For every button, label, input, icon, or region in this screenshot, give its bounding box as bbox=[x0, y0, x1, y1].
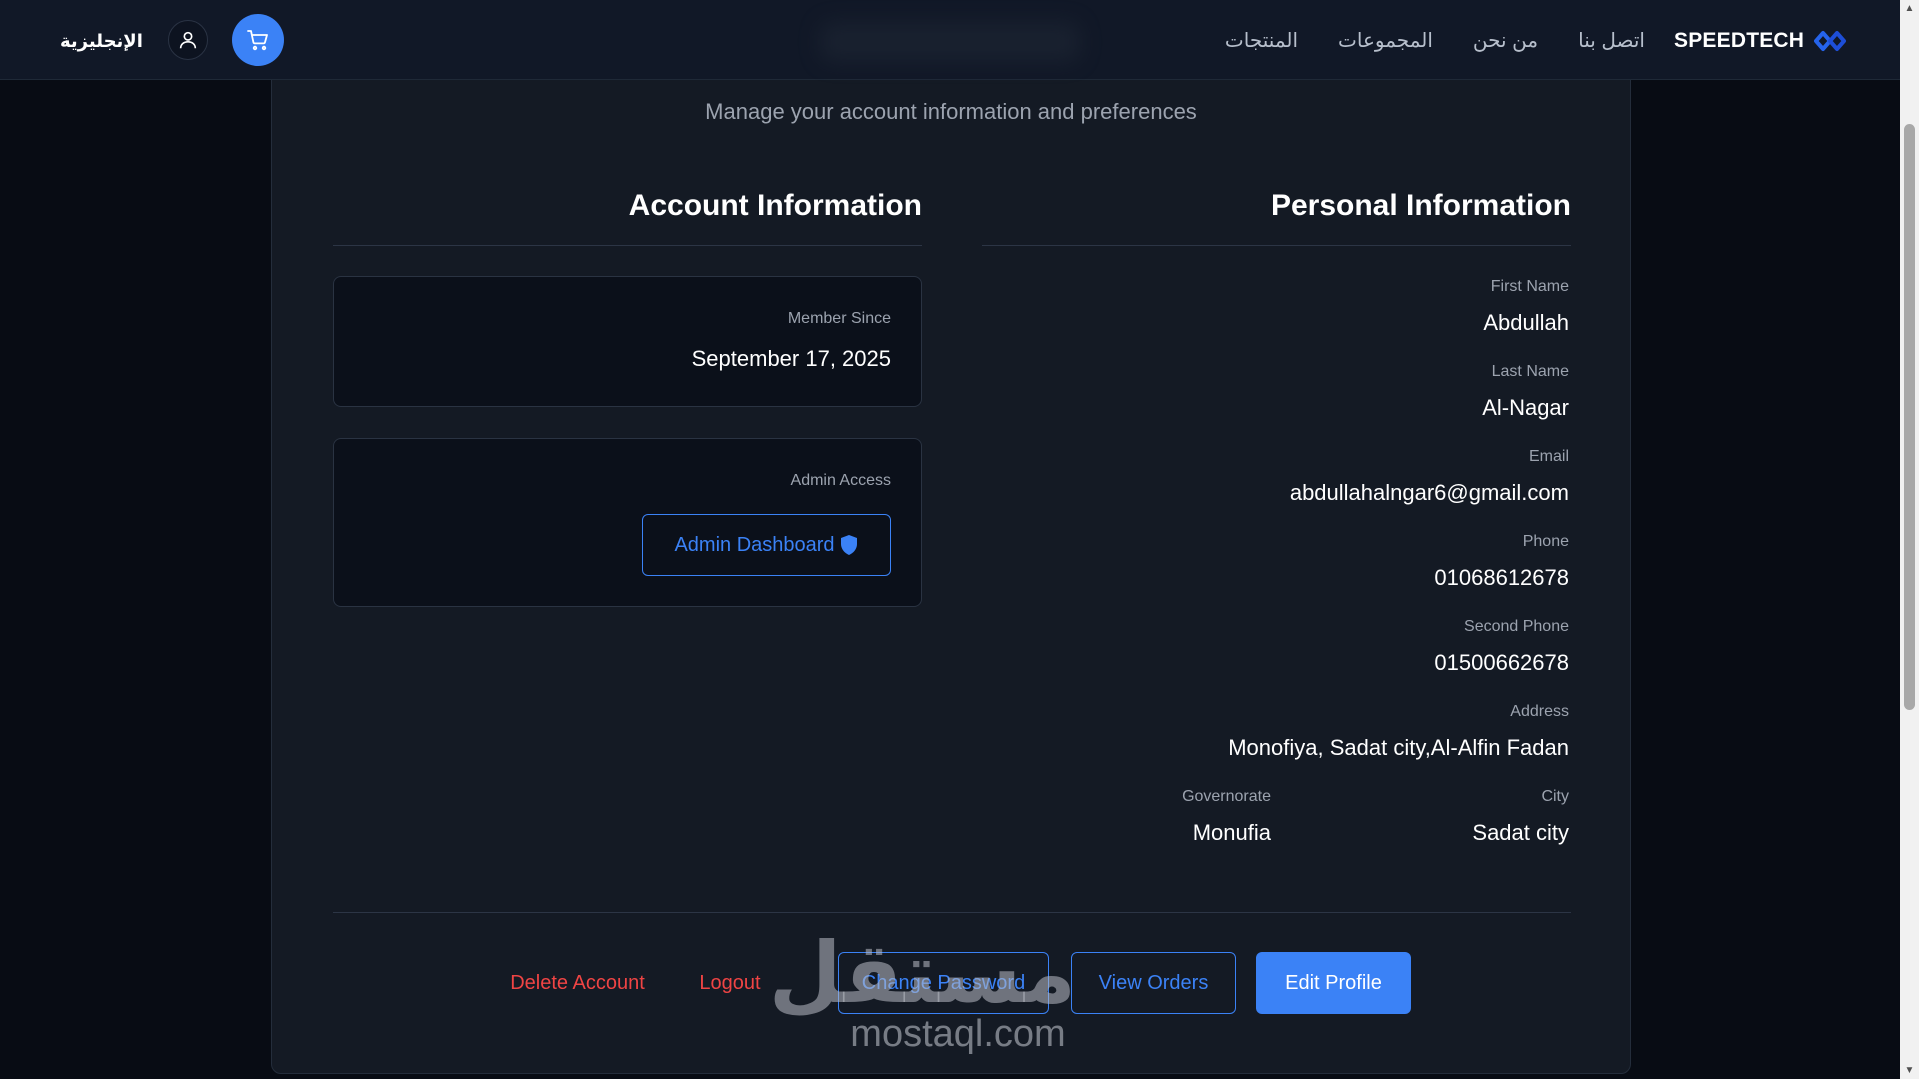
admin-dashboard-label: Admin Dashboard bbox=[674, 533, 835, 556]
page-subtitle: Manage your account information and pref… bbox=[705, 99, 1197, 124]
last-name-value: Al-Nagar bbox=[1482, 395, 1569, 420]
governorate-value: Monufia bbox=[1192, 820, 1271, 845]
blurred-page-title bbox=[820, 22, 1080, 62]
admin-dashboard-button[interactable]: Admin Dashboard bbox=[642, 514, 891, 576]
admin-access-label: Admin Access bbox=[790, 472, 891, 489]
last-name-label: Last Name bbox=[1491, 363, 1569, 380]
address-value: Monofiya, Sadat city,Al-Alfin Fadan bbox=[1228, 735, 1569, 760]
actions-divider bbox=[333, 912, 1571, 913]
admin-access-box: Admin Access Admin Dashboard bbox=[333, 438, 922, 607]
scroll-down-arrow-icon[interactable]: ▼ bbox=[1900, 1062, 1919, 1079]
city-label: City bbox=[1541, 788, 1569, 805]
logout-button[interactable]: Logout bbox=[685, 952, 775, 1014]
language-switch-button[interactable]: الإنجليزية bbox=[60, 26, 143, 56]
nav-item-products[interactable]: المنتجات bbox=[1225, 26, 1298, 56]
watermark-latin: mostaql.com bbox=[850, 1013, 1066, 1055]
brand-logo-link[interactable]: SPEEDTECH bbox=[1674, 24, 1848, 58]
view-orders-button[interactable]: View Orders bbox=[1071, 952, 1236, 1014]
cart-icon bbox=[247, 30, 268, 51]
brand-logo-icon bbox=[1814, 31, 1847, 51]
personal-info-heading: Personal Information bbox=[1270, 189, 1571, 222]
nav-item-collections[interactable]: المجموعات bbox=[1338, 26, 1433, 56]
edit-profile-button[interactable]: Edit Profile bbox=[1256, 952, 1411, 1014]
user-account-button[interactable] bbox=[168, 20, 208, 60]
member-since-label: Member Since bbox=[787, 310, 891, 327]
brand-name: SPEEDTECH bbox=[1674, 29, 1805, 52]
first-name-label: First Name bbox=[1490, 278, 1569, 295]
profile-card: Manage your account information and pref… bbox=[271, 60, 1631, 1074]
second-phone-value: 01500662678 bbox=[1434, 650, 1569, 675]
governorate-label: Governorate bbox=[1182, 788, 1271, 805]
scrollbar-thumb[interactable] bbox=[1904, 124, 1915, 710]
personal-info-divider bbox=[982, 245, 1571, 246]
nav-item-contact-us[interactable]: اتصل بنا bbox=[1578, 26, 1645, 56]
cart-button[interactable] bbox=[232, 14, 284, 66]
shield-icon bbox=[840, 535, 857, 555]
account-info-divider bbox=[333, 245, 922, 246]
city-value: Sadat city bbox=[1472, 820, 1569, 845]
address-label: Address bbox=[1510, 703, 1569, 720]
member-since-box: Member Since September 17, 2025 bbox=[333, 276, 922, 407]
phone-label: Phone bbox=[1522, 533, 1569, 550]
main-nav: المنتجات المجموعات من نحن اتصل بنا bbox=[1225, 26, 1645, 56]
delete-account-button[interactable]: Delete Account bbox=[496, 952, 659, 1014]
top-navbar: الإنجليزية المنتجات المجموعات من نحن اتص… bbox=[0, 0, 1900, 80]
email-value: abdullahalngar6@gmail.com bbox=[1289, 480, 1569, 505]
user-icon bbox=[179, 31, 197, 49]
member-since-value: September 17, 2025 bbox=[691, 346, 891, 371]
second-phone-label: Second Phone bbox=[1464, 618, 1569, 635]
phone-value: 01068612678 bbox=[1434, 565, 1569, 590]
page-scrollbar[interactable]: ▲ ▼ bbox=[1900, 0, 1919, 1079]
watermark-arabic: مستقل bbox=[768, 926, 1076, 1020]
first-name-value: Abdullah bbox=[1483, 310, 1569, 335]
scroll-up-arrow-icon[interactable]: ▲ bbox=[1900, 0, 1919, 17]
email-label: Email bbox=[1528, 448, 1569, 465]
nav-item-about-us[interactable]: من نحن bbox=[1473, 26, 1538, 56]
account-info-heading: Account Information bbox=[628, 189, 922, 222]
